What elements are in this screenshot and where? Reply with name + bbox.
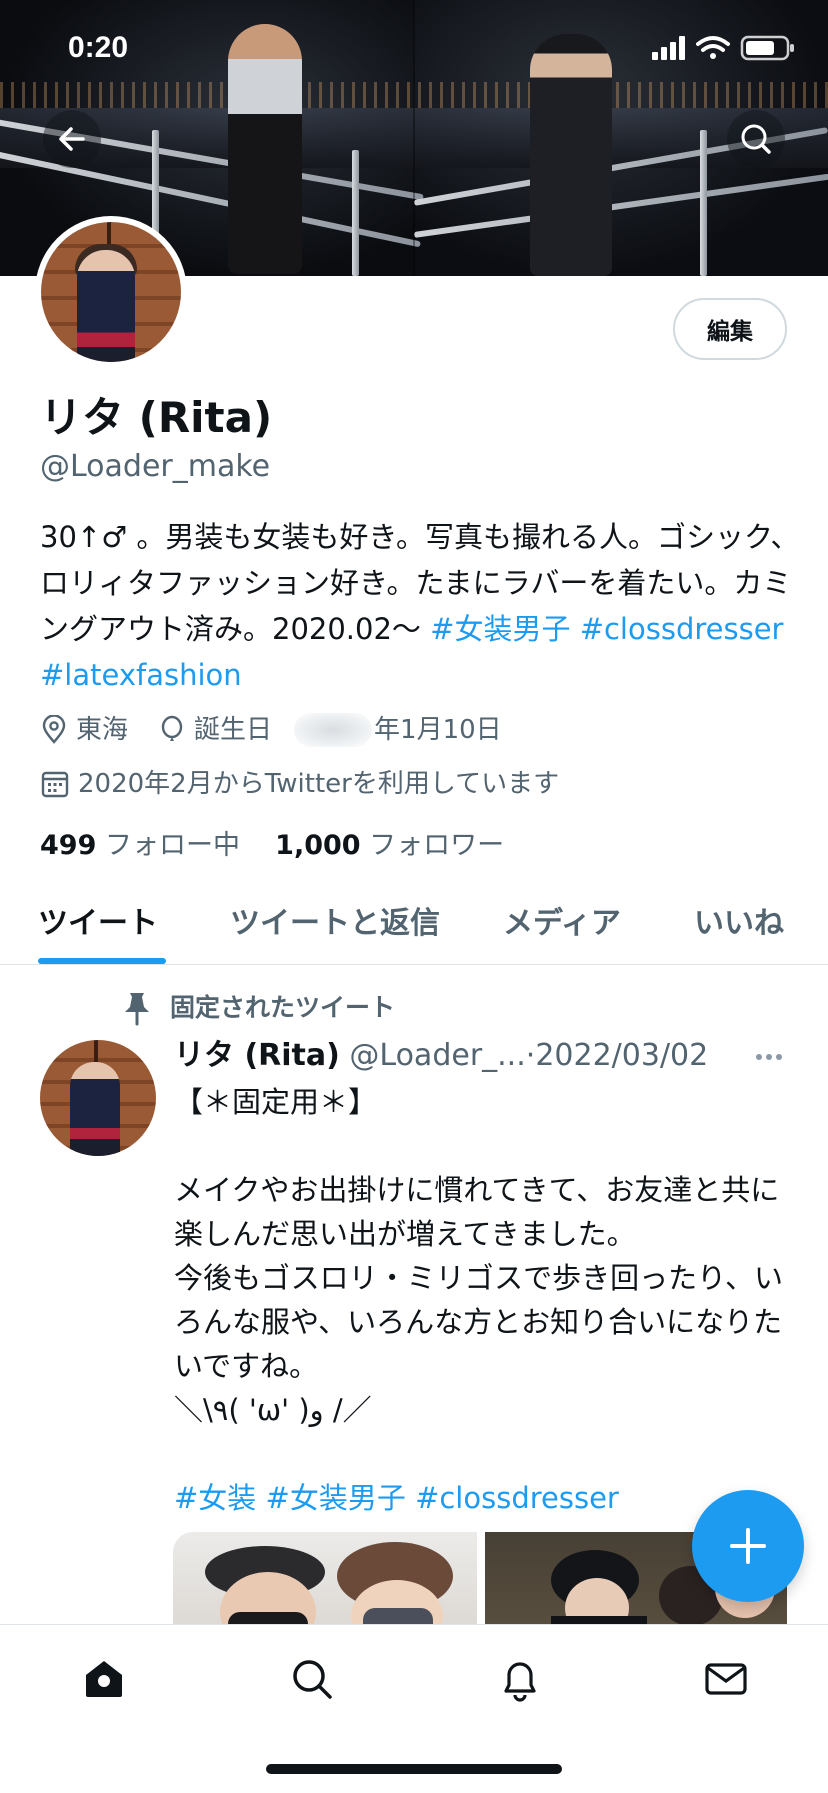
followers-count: 1,000 [275,830,361,861]
joined-row: 2020年2月からTwitterを利用しています [40,766,559,802]
birthday-label: 誕生日 [194,715,273,745]
tab-tweets[interactable]: ツイート [38,876,158,964]
tweet-hashtag[interactable]: #女装男子 [266,1481,406,1515]
followers-link[interactable]: 1,000 フォロワー [275,830,504,861]
home-icon [86,1661,122,1697]
wifi-icon [696,36,730,59]
following-count: 499 [40,830,97,861]
tweet-body-text: 【＊固定用＊】 メイクやお出掛けに慣れてきて、お友達と共に楽しんだ思い出が増えて… [174,1085,784,1427]
following-link[interactable]: 499 フォロー中 [40,830,240,861]
banner-post [352,150,359,276]
plus-icon [730,1528,766,1564]
calendar-icon [41,771,69,798]
tab-media[interactable]: メディア [503,876,621,964]
display-name: リタ (Rita) [40,393,273,442]
cellular-signal-icon [652,36,685,60]
pinned-label-text: 固定されたツイート [170,993,396,1022]
bell-icon [504,1662,536,1702]
compose-tweet-button[interactable] [692,1490,804,1602]
nav-notifications[interactable] [492,1651,548,1707]
banner-divider [413,0,415,276]
tweet-text: 【＊固定用＊】 メイクやお出掛けに慣れてきて、お友達と共に楽しんだ思い出が増えて… [174,1080,794,1520]
tweet-hashtag[interactable]: #女装 [174,1481,256,1515]
profile-bio: 30↑♂ 。男装も女装も好き。写真も撮れる人。ゴシック、ロリィタファッション好き… [40,514,800,698]
tweet-author-name[interactable]: リタ (Rita) [174,1038,340,1073]
arrow-left-icon [59,127,85,151]
banner-post [700,130,707,276]
nav-messages[interactable] [698,1651,754,1707]
edit-profile-button[interactable]: 編集 [673,298,787,360]
nav-search[interactable] [284,1651,340,1707]
search-button[interactable] [727,110,785,168]
joined-text: 2020年2月からTwitterを利用しています [78,769,560,799]
tweet-header: リタ (Rita) @Loader_...·2022/03/02 [174,1036,784,1076]
banner-person-left [228,24,302,274]
birthday-date: 年1月10日 [374,715,502,745]
banner-person-right [530,34,612,276]
search-icon [293,1660,332,1699]
tab-likes[interactable]: いいね [694,876,784,964]
following-label: フォロー中 [104,830,240,861]
tweet-avatar[interactable] [40,1040,156,1156]
tweet-hashtag[interactable]: #clossdresser [415,1481,619,1515]
profile-meta-row: 東海 誕生日 年1月10日 [40,712,502,748]
location-pin-icon [42,715,66,744]
tweet-separator: · [525,1038,536,1073]
mail-icon [705,1663,747,1695]
avatar-image [41,222,181,362]
search-icon [741,124,771,154]
bio-hashtag[interactable]: #latexfashion [40,658,242,692]
battery-icon [740,35,794,61]
nav-home[interactable] [76,1651,132,1707]
status-time: 0:20 [68,31,129,64]
follow-stats: 499 フォロー中 1,000 フォロワー [40,826,504,866]
profile-avatar[interactable] [35,216,187,368]
location-text: 東海 [76,715,129,745]
bio-hashtag[interactable]: #女装男子 [430,612,570,646]
tweet-author-handle: @Loader_... [349,1038,526,1073]
followers-label: フォロワー [369,830,505,861]
photo-people-masked [205,1542,453,1632]
tab-tweets-and-replies[interactable]: ツイートと返信 [230,876,440,964]
tweet-date[interactable]: 2022/03/02 [535,1038,708,1073]
home-indicator [266,1764,562,1774]
blurred-birth-year [294,713,373,747]
user-handle: @Loader_make [40,449,271,484]
pin-icon [125,993,149,1026]
back-button[interactable] [43,110,101,168]
tweet-media-photo[interactable] [173,1532,477,1632]
bio-hashtag[interactable]: #clossdresser [580,612,784,646]
status-icons [652,35,794,61]
pinned-tweet-label: 固定されたツイート [120,990,395,1026]
balloon-icon [161,715,183,741]
more-options-icon[interactable] [752,1040,786,1074]
profile-tabs: ツイート ツイートと返信 メディア いいね [0,876,828,966]
tabs-divider [0,964,828,965]
